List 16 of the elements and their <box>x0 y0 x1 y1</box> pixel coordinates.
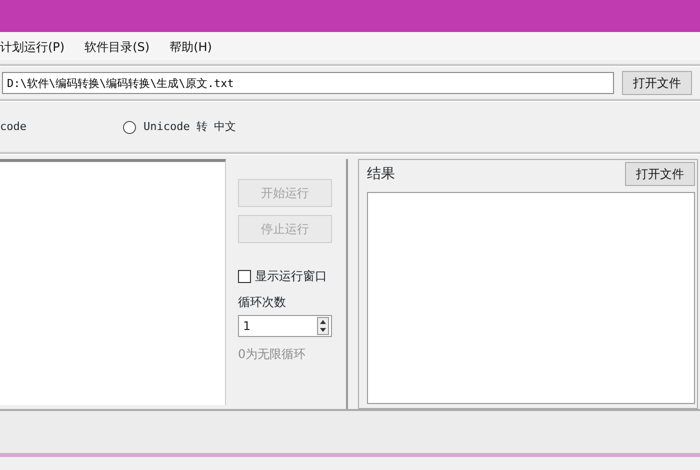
menu-item[interactable]: 软件目录(S) <box>84 32 150 60</box>
spinner-arrows-icon[interactable] <box>317 317 329 335</box>
hint-text: 0为无限循环 <box>238 346 307 363</box>
open-file-button[interactable]: 打开文件 <box>622 71 692 95</box>
checkbox[interactable] <box>238 270 251 282</box>
menu-item[interactable]: 计划运行(P) <box>0 32 65 60</box>
menu-item[interactable]: 帮助(H) <box>170 32 212 60</box>
open-file-button[interactable]: 打开文件 <box>625 162 695 186</box>
radio-button[interactable] <box>122 120 136 134</box>
field-label: 循环次数 <box>238 294 287 311</box>
path-field[interactable]: D:\软件\编码转换\编码转换\生成\原文.txt <box>2 72 614 94</box>
radio-label: Unicode 转 中文 <box>144 118 236 135</box>
radio-label: code <box>0 118 26 135</box>
group-title: 结果 <box>367 164 395 184</box>
checkbox-label: 显示运行窗口 <box>255 268 327 285</box>
spin-field[interactable]: 1 <box>238 315 332 337</box>
